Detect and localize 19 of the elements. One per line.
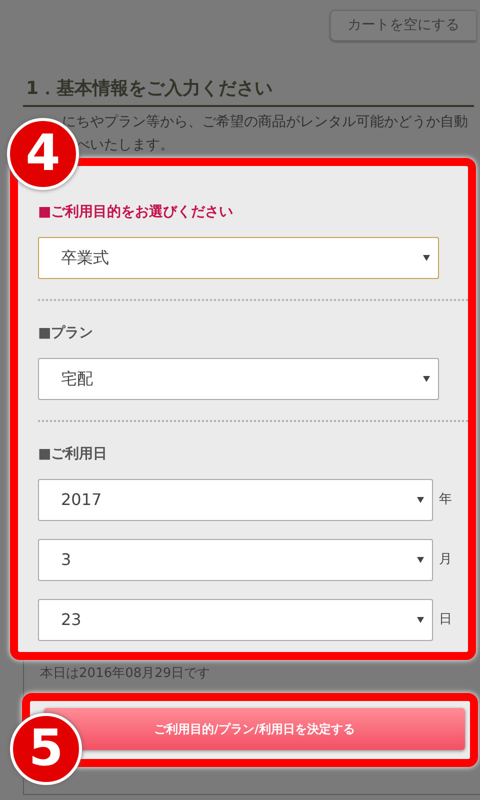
dropdown-caret-icon <box>417 557 424 563</box>
dropdown-caret-icon <box>417 497 424 503</box>
field-label: ■ご利用日 <box>38 445 108 464</box>
select-field[interactable]: 3 <box>38 539 433 581</box>
dropdown-caret-icon <box>423 255 430 261</box>
select-field[interactable]: 2017 <box>38 479 433 521</box>
dropdown-caret-icon <box>417 617 424 623</box>
dropdown-caret-icon <box>423 376 430 382</box>
select-field[interactable]: 宅配 <box>38 358 439 400</box>
section-heading: 1．基本情報をご入力ください <box>23 76 474 108</box>
field-label: ■プラン <box>38 324 94 343</box>
select-field[interactable]: 卒業式 <box>38 237 439 279</box>
field-label: ■ご利用目的をお選びください <box>38 203 234 222</box>
today-date-text: 本日は2016年08月29日です <box>40 665 210 683</box>
unit-label: 月 <box>439 551 452 570</box>
unit-label: 年 <box>439 491 452 510</box>
step-number-badge: 5 <box>10 713 82 785</box>
select-field[interactable]: 23 <box>38 599 433 641</box>
unit-label: 日 <box>439 611 452 630</box>
